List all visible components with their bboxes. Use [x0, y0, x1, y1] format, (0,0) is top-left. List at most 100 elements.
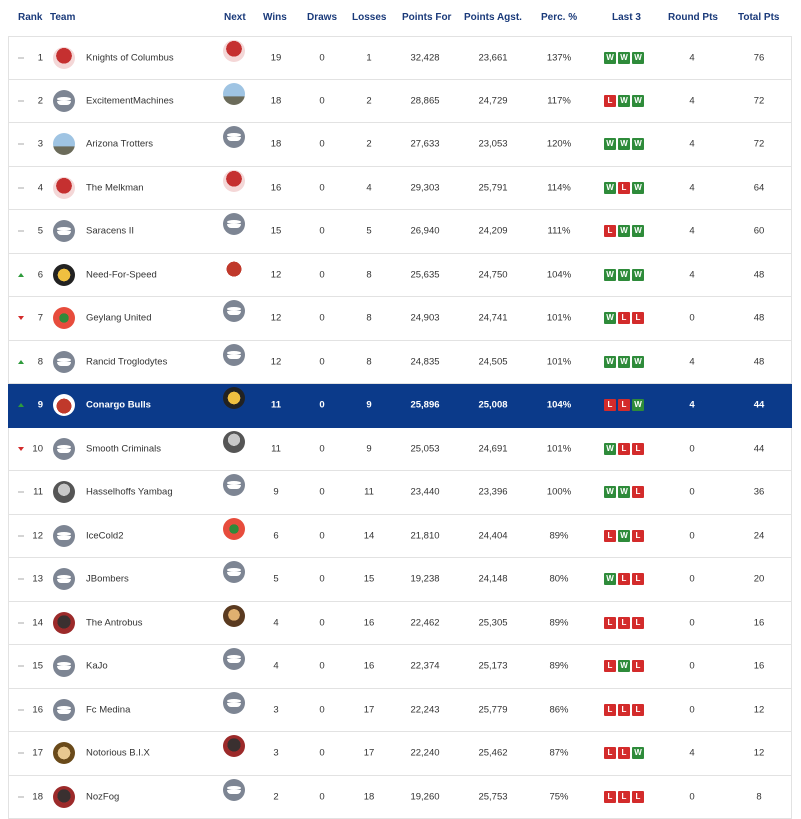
col-total-pts[interactable]: Total Pts	[738, 12, 779, 23]
team-name[interactable]: Fc Medina	[86, 704, 130, 715]
table-row[interactable]: 15 KaJo 4 0 16 22,374 25,173 89% L W L 0 16	[8, 645, 792, 689]
col-round-pts[interactable]: Round Pts	[668, 12, 718, 23]
table-row[interactable]: 5 Saracens II 15 0 5 26,940 24,209 111% L W W 4 60	[8, 210, 792, 254]
table-row[interactable]: 3 Arizona Trotters 18 0 2 27,633 23,053 120% W W W…	[8, 123, 792, 167]
team-name[interactable]: Smooth Criminals	[86, 443, 161, 454]
losses-value: 17	[363, 704, 375, 716]
next-opponent-avatar-icon[interactable]	[223, 300, 245, 322]
loss-badge: L	[632, 573, 644, 586]
table-row[interactable]: 4 The Melkman 16 0 4 29,303 25,791 114% W L W 4 64	[8, 166, 792, 210]
rank-value: 18	[32, 791, 43, 803]
team-name[interactable]: The Antrobus	[86, 617, 143, 628]
win-badge: W	[604, 573, 616, 586]
next-opponent-avatar-icon[interactable]	[223, 82, 245, 105]
team-name[interactable]: JBombers	[86, 574, 129, 585]
table-row[interactable]: 14 The Antrobus 4 0 16 22,462 25,305 89% L L L 0 16	[8, 601, 792, 645]
col-perc[interactable]: Perc. %	[541, 12, 577, 23]
team-name[interactable]: Hasselhoffs Yambag	[86, 487, 173, 498]
next-opponent-avatar-icon[interactable]	[223, 474, 245, 496]
col-points-for[interactable]: Points For	[402, 12, 451, 23]
wins-value: 4	[273, 660, 279, 672]
table-row[interactable]: 18 NozFog 2 0 18 19,260 25,753 75% L L L 0 8	[8, 775, 792, 819]
wins-value: 5	[273, 573, 279, 585]
percentage-value: 89%	[549, 660, 569, 672]
trend-up-icon	[18, 359, 24, 364]
next-opponent-avatar-icon[interactable]	[223, 430, 245, 453]
rank-value: 9	[37, 399, 43, 411]
table-row[interactable]: 8 Rancid Troglodytes 12 0 8 24,835 24,505 101% W…	[8, 340, 792, 384]
next-opponent-avatar-icon[interactable]	[223, 735, 245, 757]
table-header: Rank Team Next Wins Draws Losses Points …	[0, 0, 801, 36]
trend-same-icon	[18, 57, 24, 59]
next-opponent-avatar-icon[interactable]	[223, 213, 245, 235]
loss-badge: L	[632, 790, 644, 803]
next-opponent-avatar-icon[interactable]	[223, 517, 245, 540]
team-name[interactable]: Saracens II	[86, 226, 134, 237]
team-name[interactable]: ExcitementMachines	[86, 95, 174, 106]
table-row[interactable]: 9 Conargo Bulls 11 0 9 25,896 25,008 104% L L W 4 44	[8, 384, 792, 428]
team-name[interactable]: Notorious B.I.X	[86, 748, 150, 759]
team-name[interactable]: Need-For-Speed	[86, 269, 157, 280]
loss-badge: L	[632, 703, 644, 716]
rank-value: 2	[37, 95, 43, 107]
rank-value: 14	[32, 617, 43, 629]
trend-same-icon	[18, 230, 24, 232]
last3-results: LWW	[604, 225, 646, 238]
team-name[interactable]: Rancid Troglodytes	[86, 356, 167, 367]
next-opponent-avatar-icon[interactable]	[223, 387, 245, 409]
points-agst-value: 25,305	[478, 617, 508, 629]
wins-value: 11	[270, 399, 282, 411]
percentage-value: 120%	[546, 138, 572, 150]
team-name[interactable]: Conargo Bulls	[86, 400, 151, 411]
table-row[interactable]: 16 Fc Medina 3 0 17 22,243 25,779 86% L L L 0 12	[8, 688, 792, 732]
team-name[interactable]: Knights of Columbus	[86, 52, 174, 63]
next-opponent-avatar-icon[interactable]	[223, 561, 245, 583]
col-draws[interactable]: Draws	[307, 12, 337, 23]
next-opponent-avatar-icon[interactable]	[223, 256, 245, 279]
round-pts-value: 4	[689, 95, 695, 107]
next-opponent-avatar-icon[interactable]	[223, 778, 245, 801]
losses-value: 9	[366, 443, 372, 455]
table-row[interactable]: 6 Need-For-Speed 12 0 8 25,635 24,750 104% W W W 4 4…	[8, 253, 792, 297]
table-row[interactable]: 12 IceCold2 6 0 14 21,810 24,404 89% L W L 0 24	[8, 514, 792, 558]
win-badge: W	[632, 94, 644, 107]
col-last3[interactable]: Last 3	[612, 12, 641, 23]
table-row[interactable]: 17 Notorious B.I.X 3 0 17 22,240 25,462 87% L L W 4…	[8, 732, 792, 776]
table-row[interactable]: 10 Smooth Criminals 11 0 9 25,053 24,691 101% W L…	[8, 427, 792, 471]
win-badge: W	[632, 225, 644, 238]
next-opponent-avatar-icon[interactable]	[223, 343, 245, 366]
team-name[interactable]: Arizona Trotters	[86, 139, 153, 150]
trend-same-icon	[18, 709, 24, 711]
next-opponent-avatar-icon[interactable]	[223, 604, 245, 627]
loss-badge: L	[632, 442, 644, 455]
col-wins[interactable]: Wins	[263, 12, 287, 23]
next-opponent-avatar-icon[interactable]	[223, 40, 245, 62]
team-name[interactable]: KaJo	[86, 661, 108, 672]
points-for-value: 22,240	[410, 747, 440, 759]
points-agst-value: 25,779	[478, 704, 508, 716]
table-row[interactable]: 7 Geylang United 12 0 8 24,903 24,741 101% W L L 0 4…	[8, 297, 792, 341]
team-name[interactable]: IceCold2	[86, 530, 124, 541]
table-row[interactable]: 11 Hasselhoffs Yambag 9 0 11 23,440 23,396 100%…	[8, 471, 792, 515]
col-points-agst[interactable]: Points Agst.	[464, 12, 522, 23]
next-opponent-avatar-icon[interactable]	[223, 648, 245, 670]
team-avatar-icon	[53, 481, 75, 504]
next-opponent-avatar-icon[interactable]	[223, 126, 245, 148]
team-name[interactable]: Geylang United	[86, 313, 151, 324]
next-opponent-avatar-icon[interactable]	[223, 691, 245, 714]
table-row[interactable]: 1 Knights of Columbus 19 0 1 32,428 23,661 137%…	[8, 36, 792, 80]
table-row[interactable]: 13 JBombers 5 0 15 19,238 24,148 80% W L L 0 20	[8, 558, 792, 602]
col-team[interactable]: Team	[50, 12, 75, 23]
col-rank[interactable]: Rank	[18, 12, 42, 23]
rank-value: 4	[37, 182, 43, 194]
team-name[interactable]: NozFog	[86, 791, 119, 802]
next-opponent-avatar-icon[interactable]	[223, 169, 245, 192]
col-next[interactable]: Next	[224, 12, 246, 23]
team-name[interactable]: The Melkman	[86, 182, 144, 193]
col-losses[interactable]: Losses	[352, 12, 386, 23]
round-pts-value: 4	[689, 399, 695, 411]
table-row[interactable]: 2 ExcitementMachines 18 0 2 28,865 24,729 117% L…	[8, 79, 792, 123]
percentage-value: 104%	[546, 399, 572, 411]
percentage-value: 101%	[546, 356, 572, 368]
round-pts-value: 4	[689, 269, 695, 281]
